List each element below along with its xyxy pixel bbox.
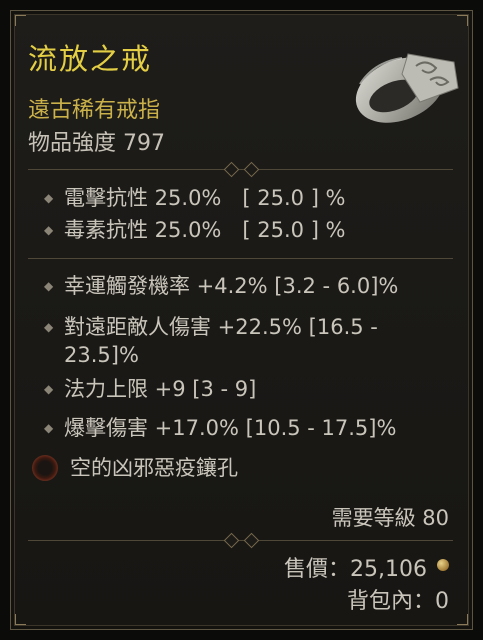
level-requirement: 需要等級 80 (331, 506, 449, 530)
section-divider (28, 532, 453, 549)
implicit-stat-row: ◆ 毒素抗性 25.0% [ 25.0 ] % (44, 214, 346, 245)
ring-icon (355, 53, 459, 123)
bag-count: 背包內：0 (347, 589, 449, 614)
diamond-bullet-icon: ◆ (44, 382, 54, 396)
section-divider (28, 258, 453, 259)
frame-corner (457, 15, 468, 26)
diamond-bullet-icon: ◆ (44, 279, 54, 293)
socket-label: 空的凶邪惡疫鑲孔 (70, 456, 238, 480)
affix-row-continued: 23.5]% (64, 343, 139, 367)
diamond-bullet-icon: ◆ (44, 191, 54, 205)
sell-value: 售價：25,106 (284, 557, 427, 582)
diamond-bullet-icon: ◆ (44, 223, 54, 237)
empty-socket-icon (32, 455, 58, 481)
affix-row: ◆ 法力上限 +9 [3 - 9] (44, 373, 256, 404)
implicit-stat-row: ◆ 電擊抗性 25.0% [ 25.0 ] % (44, 182, 346, 213)
affix-row: ◆ 對遠距敵人傷害 +22.5% [16.5 - (44, 311, 378, 342)
frame-corner (15, 15, 26, 26)
item-rarity: 遠古稀有戒指 (28, 98, 161, 123)
frame-corner (457, 614, 468, 625)
section-divider (28, 161, 453, 178)
diamond-bullet-icon: ◆ (44, 320, 54, 334)
affix-row: ◆ 爆擊傷害 +17.0% [10.5 - 17.5]% (44, 412, 396, 443)
item-power: 物品強度 797 (28, 131, 165, 156)
frame-corner (15, 614, 26, 625)
gold-coin-icon (437, 559, 449, 571)
affix-row: ◆ 幸運觸發機率 +4.2% [3.2 - 6.0]% (44, 270, 398, 301)
diamond-bullet-icon: ◆ (44, 421, 54, 435)
item-name: 流放之戒 (28, 42, 153, 76)
